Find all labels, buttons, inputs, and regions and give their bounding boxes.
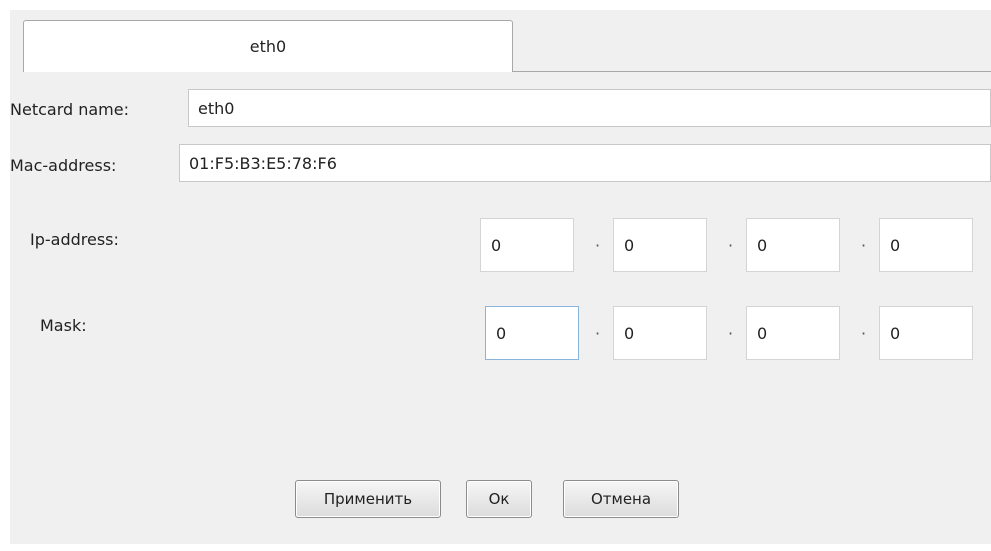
mask-separator: ·	[728, 324, 734, 343]
ok-button[interactable]: Ок	[466, 480, 532, 518]
mask-separator: ·	[861, 324, 867, 343]
network-settings-window: eth0 Netcard name: eth0 Mac-address: 01:…	[0, 0, 991, 551]
ip-separator: ·	[728, 236, 734, 255]
mask-octet-3[interactable]: 0	[746, 306, 840, 360]
mask-octet-2[interactable]: 0	[613, 306, 707, 360]
apply-button[interactable]: Применить	[295, 480, 441, 518]
ip-address-label: Ip-address:	[30, 230, 119, 249]
netcard-name-input[interactable]: eth0	[188, 89, 991, 127]
tab-eth0[interactable]: eth0	[23, 20, 513, 72]
mac-address-input[interactable]: 01:F5:B3:E5:78:F6	[179, 144, 991, 182]
mask-separator: ·	[595, 324, 601, 343]
tab-bar: eth0	[0, 0, 991, 72]
tab-panel-eth0: Netcard name: eth0 Mac-address: 01:F5:B3…	[10, 72, 991, 544]
ip-separator: ·	[595, 236, 601, 255]
ip-octet-4[interactable]: 0	[879, 218, 973, 272]
ip-separator: ·	[861, 236, 867, 255]
cancel-button[interactable]: Отмена	[563, 480, 679, 518]
mask-octet-1[interactable]: 0	[485, 306, 579, 360]
ip-octet-2[interactable]: 0	[613, 218, 707, 272]
ip-octet-1[interactable]: 0	[480, 218, 574, 272]
ip-octet-3[interactable]: 0	[746, 218, 840, 272]
netcard-name-label: Netcard name:	[10, 100, 129, 119]
mac-address-label: Mac-address:	[10, 156, 117, 175]
mask-label: Mask:	[40, 316, 87, 335]
mask-octet-4[interactable]: 0	[879, 306, 973, 360]
